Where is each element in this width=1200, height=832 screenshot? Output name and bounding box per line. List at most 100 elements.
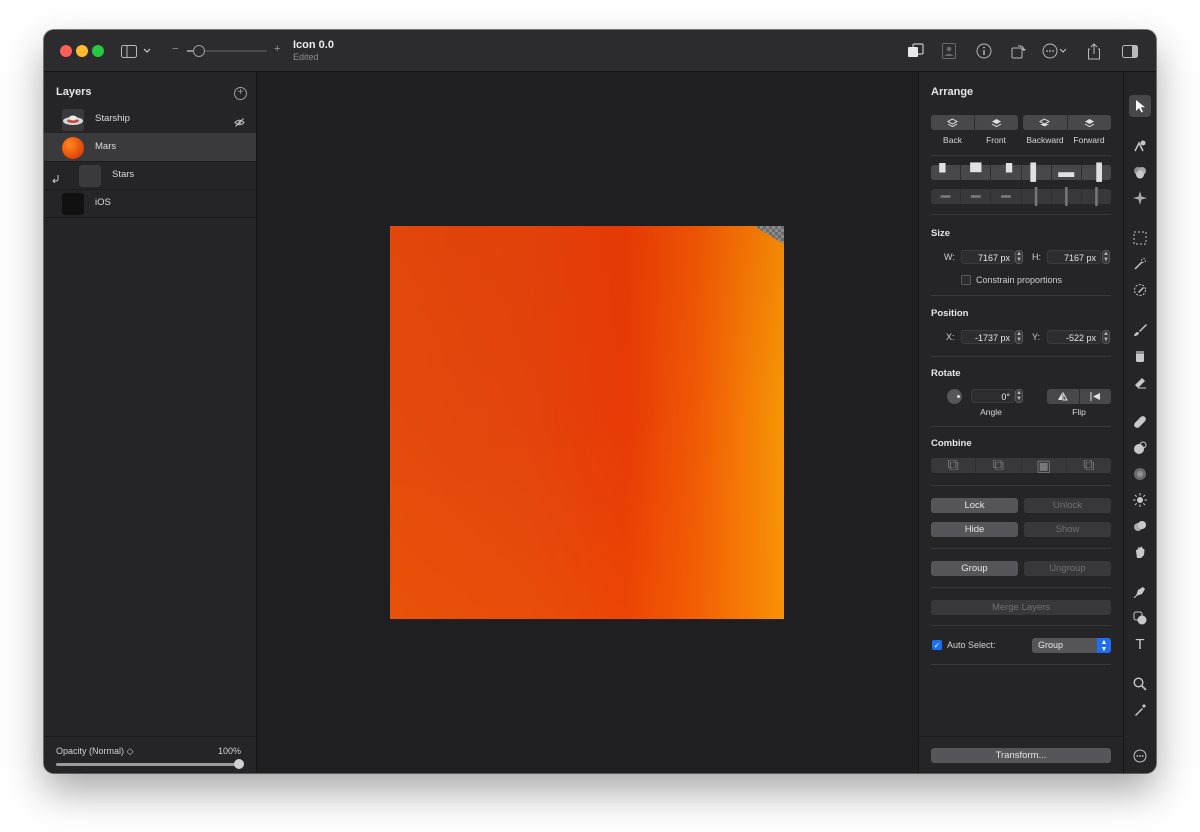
layer-thumbnail	[62, 137, 84, 159]
y-position-stepper[interactable]: ▲ ▼	[1102, 330, 1110, 344]
section-divider	[931, 295, 1111, 296]
clone-icon[interactable]	[1129, 437, 1151, 459]
lighten-icon[interactable]	[1129, 489, 1151, 511]
group-button[interactable]: Group	[931, 561, 1018, 576]
width-stepper[interactable]: ▲ ▼	[1015, 250, 1023, 264]
crop-rotate-icon[interactable]	[1007, 40, 1029, 62]
width-field[interactable]: 7167 px	[961, 250, 1015, 264]
x-position-stepper[interactable]: ▲ ▼	[1015, 330, 1023, 344]
height-field[interactable]: 7167 px	[1047, 250, 1101, 264]
sponge-icon[interactable]	[1129, 515, 1151, 537]
back-button[interactable]	[931, 115, 975, 130]
combine-title: Combine	[931, 438, 972, 449]
zoom-icon[interactable]	[1129, 673, 1151, 695]
zoom-slider-knob[interactable]	[193, 45, 205, 57]
align-top-left-icon[interactable]: ▘	[931, 165, 962, 182]
zoom-slider[interactable]	[187, 45, 267, 57]
flip-horizontal-icon[interactable]	[1080, 389, 1112, 404]
height-stepper[interactable]: ▲ ▼	[1102, 250, 1110, 264]
angle-field[interactable]: 0°	[971, 389, 1015, 403]
align-top-right-icon[interactable]: ▝	[991, 165, 1022, 182]
combine-union-icon: ⧉	[931, 457, 977, 474]
user-icon[interactable]	[938, 40, 960, 62]
distribute-right-icon: ┃	[1091, 188, 1102, 206]
heal-icon[interactable]	[1129, 411, 1151, 433]
brush-icon[interactable]	[1129, 319, 1151, 341]
opacity-slider-knob[interactable]	[234, 759, 244, 769]
layers-panel-title: Layers	[56, 86, 92, 98]
chevron-down-icon[interactable]	[140, 40, 154, 62]
layer-name: iOS	[95, 197, 111, 208]
dropdown-chevron-icon: ▲ ▼	[1097, 638, 1111, 653]
info-icon[interactable]	[973, 40, 995, 62]
distribute-top-icon: ━	[931, 189, 962, 206]
layer-row-ios[interactable]: iOS	[44, 189, 256, 218]
opacity-label[interactable]: Opacity (Normal) ◇	[56, 746, 133, 757]
pen-icon[interactable]	[1129, 581, 1151, 603]
hidden-eye-icon[interactable]	[234, 114, 245, 132]
sidebar-icon[interactable]	[118, 40, 140, 62]
section-divider	[931, 664, 1111, 665]
align-center-icon[interactable]: ▬	[1052, 164, 1082, 181]
angle-stepper[interactable]: ▲ ▼	[1015, 389, 1023, 403]
more-icon[interactable]	[1040, 40, 1070, 62]
align-top-center-icon[interactable]: ▀	[961, 164, 992, 181]
minimize-window-button[interactable]	[76, 45, 88, 57]
auto-select-dropdown[interactable]: Group ▲ ▼	[1032, 638, 1111, 653]
merge-layers-button[interactable]: Merge Layers	[931, 600, 1111, 615]
blur-icon[interactable]	[1129, 463, 1151, 485]
magic-wand-icon[interactable]	[1129, 253, 1151, 275]
paint-select-icon[interactable]	[1129, 135, 1151, 157]
show-button[interactable]: Show	[1024, 522, 1111, 537]
fill-icon[interactable]	[1129, 345, 1151, 367]
canvas-area[interactable]	[257, 72, 917, 773]
eraser-icon[interactable]	[1129, 371, 1151, 393]
align-right-icon[interactable]: ▐	[1082, 164, 1111, 181]
y-position-field[interactable]: -522 px	[1047, 330, 1101, 344]
auto-select-checkbox[interactable]: ✓	[932, 640, 942, 650]
text-icon[interactable]: T	[1129, 633, 1151, 655]
align-buttons-row: ▘ ▀ ▝ ▌ ▬ ▐	[931, 164, 1111, 182]
smudge-icon[interactable]	[1129, 541, 1151, 563]
shape-icon[interactable]	[1129, 607, 1151, 629]
flip-vertical-icon[interactable]	[1047, 389, 1080, 404]
backward-button[interactable]	[1023, 115, 1068, 130]
color-adjust-icon[interactable]	[1129, 161, 1151, 183]
layer-thumbnail	[62, 193, 84, 215]
layer-row-mars[interactable]: Mars	[44, 133, 256, 162]
mars-image-layer[interactable]	[390, 226, 784, 619]
zoom-window-button[interactable]	[92, 45, 104, 57]
angle-dial[interactable]	[947, 389, 962, 404]
more-tools-icon[interactable]	[1129, 745, 1151, 767]
arrow-icon[interactable]	[1129, 95, 1151, 117]
document-title: Icon 0.0	[293, 39, 334, 51]
position-title: Position	[931, 308, 969, 319]
zoom-out-icon[interactable]: −	[172, 43, 178, 55]
zoom-in-icon[interactable]: +	[274, 43, 280, 55]
align-left-icon[interactable]: ▌	[1022, 164, 1052, 181]
rect-select-icon[interactable]	[1129, 227, 1151, 249]
front-button[interactable]	[975, 115, 1018, 130]
opacity-slider[interactable]	[56, 759, 244, 769]
transform-button[interactable]: Transform...	[931, 748, 1111, 763]
lock-button[interactable]: Lock	[931, 498, 1018, 513]
forward-button[interactable]	[1068, 115, 1112, 130]
ungroup-button[interactable]: Ungroup	[1024, 561, 1111, 576]
close-window-button[interactable]	[60, 45, 72, 57]
distribute-buttons-row: ━ ━ ━ ┃ ┃ ┃	[931, 188, 1111, 206]
add-layer-icon[interactable]: +	[234, 87, 247, 100]
unlock-button[interactable]: Unlock	[1024, 498, 1111, 513]
x-position-field[interactable]: -1737 px	[961, 330, 1015, 344]
right-sidebar-icon[interactable]	[1119, 40, 1141, 62]
share-icon[interactable]	[1083, 40, 1105, 62]
size-title: Size	[931, 228, 951, 239]
hide-button[interactable]: Hide	[931, 522, 1018, 537]
layer-row-stars[interactable]: Stars	[44, 161, 256, 190]
layers-front-icon	[991, 118, 1002, 127]
layer-row-starship[interactable]: Starship	[44, 105, 256, 134]
layer-arrange-icon[interactable]	[905, 40, 927, 62]
eyedropper-icon[interactable]	[1129, 699, 1151, 721]
constrain-proportions-checkbox[interactable]	[961, 275, 971, 285]
effects-icon[interactable]	[1129, 187, 1151, 209]
quick-select-icon[interactable]	[1129, 279, 1151, 301]
